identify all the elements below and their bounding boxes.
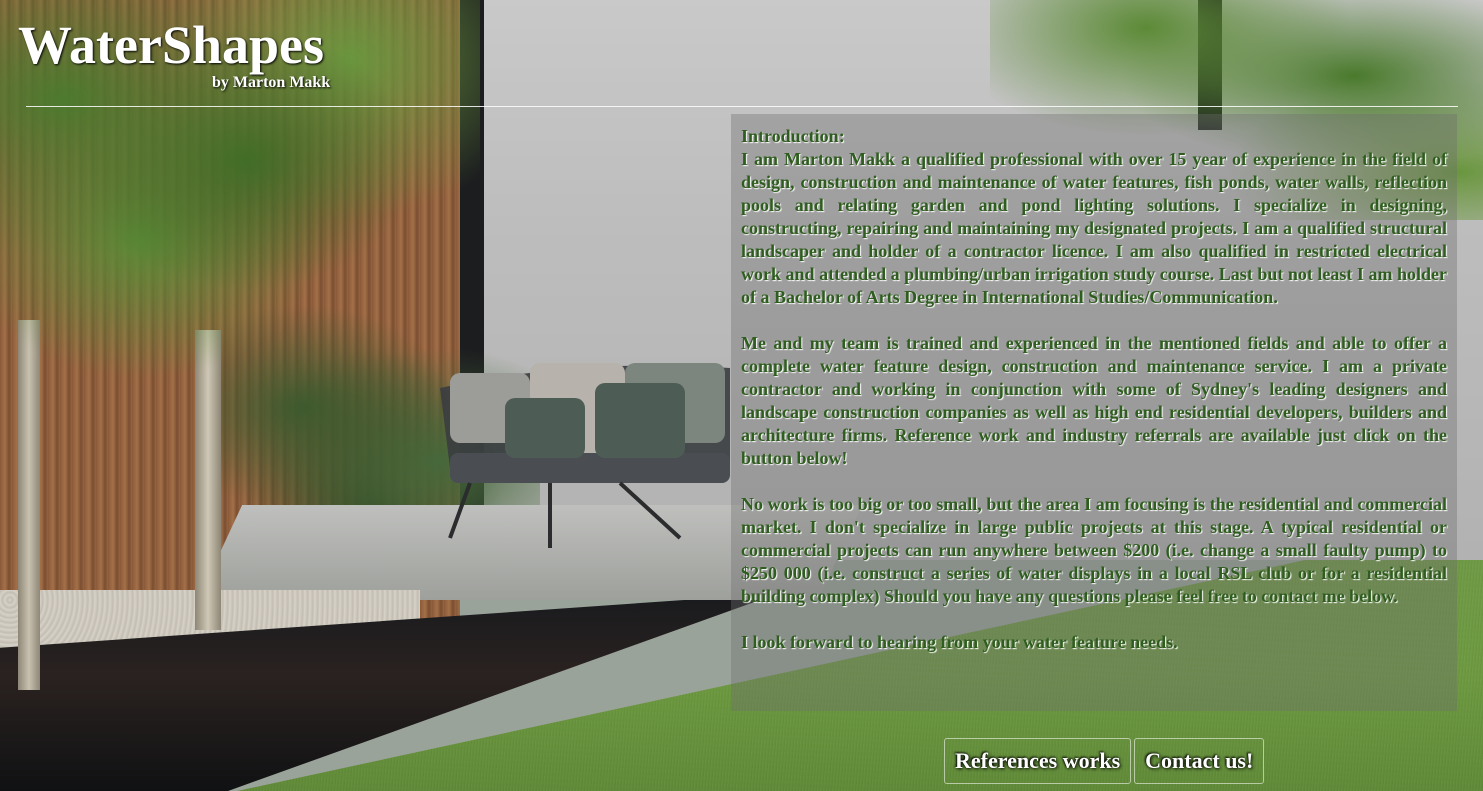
background-outdoor-sofa bbox=[440, 363, 730, 548]
introduction-text: Introduction: I am Marton Makk a qualifi… bbox=[741, 125, 1447, 654]
site-header: WaterShapes by Marton Makk bbox=[18, 14, 348, 104]
introduction-paragraph: Me and my team is trained and experience… bbox=[741, 333, 1447, 468]
contact-us-button[interactable]: Contact us! bbox=[1134, 738, 1265, 784]
site-title: WaterShapes bbox=[18, 15, 325, 75]
introduction-paragraph: No work is too big or too small, but the… bbox=[741, 494, 1447, 606]
introduction-paragraph: I look forward to hearing from your wate… bbox=[741, 632, 1178, 652]
action-buttons: References works Contact us! bbox=[944, 738, 1267, 784]
header-divider bbox=[26, 106, 1458, 107]
site-subtitle: by Marton Makk bbox=[212, 74, 331, 91]
introduction-panel: Introduction: I am Marton Makk a qualifi… bbox=[731, 114, 1457, 711]
introduction-paragraph: I am Marton Makk a qualified professiona… bbox=[741, 149, 1447, 307]
introduction-heading: Introduction: bbox=[741, 126, 845, 146]
references-works-button[interactable]: References works bbox=[944, 738, 1132, 784]
